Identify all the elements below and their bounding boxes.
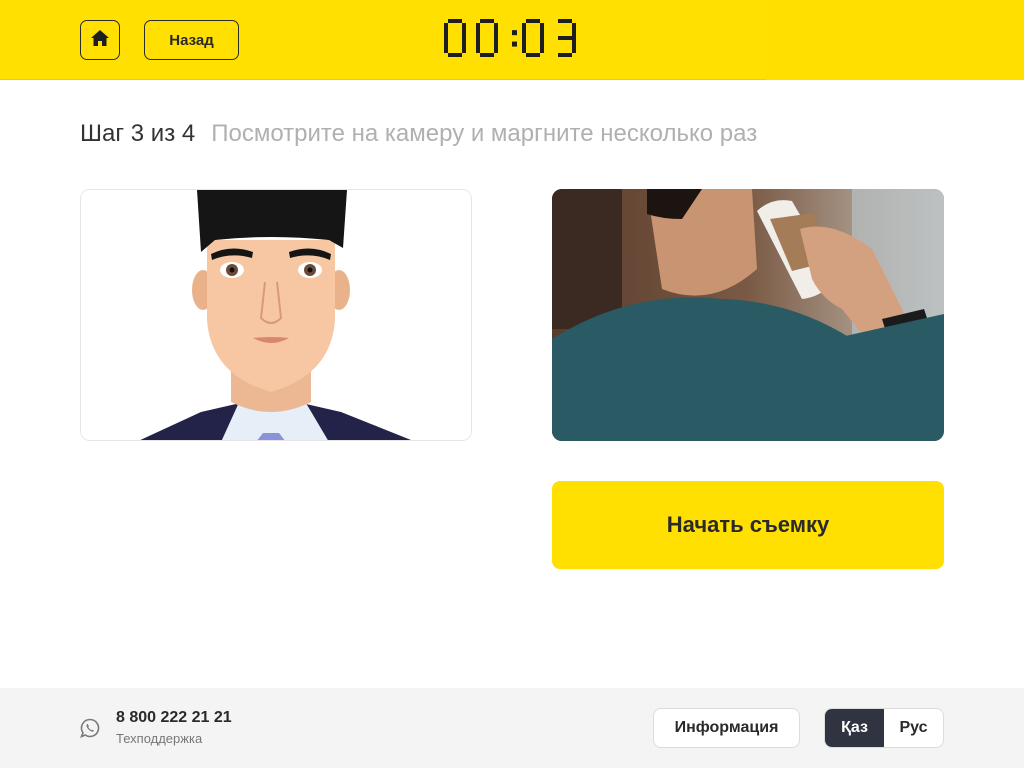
header-bar: Назад	[0, 0, 1024, 80]
timer-segment	[540, 22, 544, 38]
timer-segment	[480, 52, 494, 57]
page: Назад Шаг 3 из 4 Посмотрите на камеру и …	[0, 0, 1024, 768]
step-indicator: Шаг 3 из 4 Посмотрите на камеру и маргни…	[80, 120, 757, 150]
timer-digit	[444, 18, 466, 57]
start-capture-label: Начать съемку	[666, 512, 830, 537]
timer-value	[444, 18, 586, 63]
timer-segment	[522, 37, 526, 53]
timer-colon-dot	[512, 29, 517, 35]
timer-colon-dot	[512, 41, 517, 47]
timer-segment	[494, 22, 498, 38]
timer-segment	[476, 37, 480, 53]
timer-segment	[558, 18, 572, 23]
countdown-timer	[440, 14, 590, 66]
timer-segment	[448, 18, 462, 23]
step-instruction: Посмотрите на камеру и маргните нескольк…	[211, 120, 758, 147]
back-button-label: Назад	[169, 31, 214, 49]
timer-segment	[572, 37, 576, 53]
timer-segment	[558, 52, 572, 57]
language-option-rus[interactable]: Рус	[884, 709, 943, 747]
language-option-kaz[interactable]: Қаз	[825, 709, 884, 747]
timer-segment	[526, 18, 540, 23]
start-capture-button[interactable]: Начать съемку	[552, 481, 944, 569]
home-button[interactable]	[80, 20, 120, 60]
timer-segment	[462, 22, 466, 38]
timer-segment	[444, 22, 448, 38]
support-label: Техподдержка	[116, 731, 203, 746]
timer-segment	[448, 52, 462, 57]
timer-segment	[526, 52, 540, 57]
example-illustration	[80, 189, 472, 441]
timer-segment	[522, 22, 526, 38]
timer-segment	[558, 35, 572, 40]
support-phone-number[interactable]: 8 800 222 21 21	[116, 709, 232, 727]
information-button[interactable]: Информация	[653, 708, 800, 748]
timer-segment	[494, 37, 498, 53]
timer-segment	[444, 37, 448, 53]
timer-digits	[444, 18, 576, 57]
timer-segment	[540, 37, 544, 53]
timer-digit	[476, 18, 498, 57]
back-button[interactable]: Назад	[144, 20, 239, 60]
whatsapp-icon	[80, 718, 100, 738]
timer-digit	[558, 18, 576, 57]
language-switcher: Қаз Рус	[824, 708, 944, 748]
home-icon	[90, 29, 110, 52]
timer-segment	[572, 22, 576, 38]
camera-preview-photo	[552, 189, 944, 441]
information-button-label: Информация	[674, 719, 779, 736]
timer-segment	[476, 22, 480, 38]
step-counter: Шаг 3 из 4	[80, 120, 196, 147]
timer-segment	[480, 18, 494, 23]
timer-digit	[522, 18, 544, 57]
timer-segment	[462, 37, 466, 53]
language-option-label: Рус	[899, 719, 928, 736]
header-shade	[766, 0, 1024, 80]
language-option-label: Қаз	[841, 719, 868, 736]
